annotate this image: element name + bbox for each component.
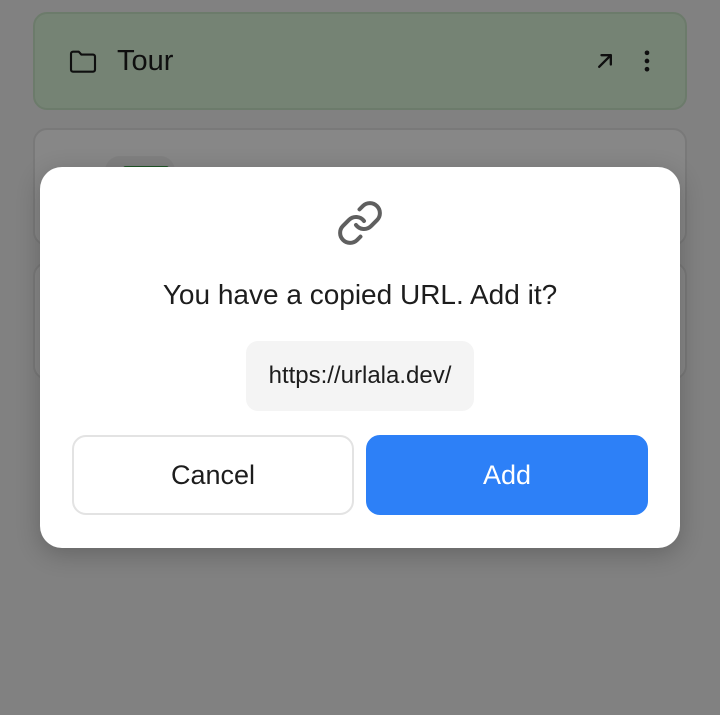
link-icon [338, 201, 382, 245]
add-button[interactable]: Add [366, 435, 648, 515]
add-url-dialog: You have a copied URL. Add it? https://u… [40, 167, 680, 548]
copied-url: https://urlala.dev/ [246, 341, 474, 411]
dialog-title: You have a copied URL. Add it? [162, 279, 558, 310]
cancel-button[interactable]: Cancel [72, 435, 354, 515]
